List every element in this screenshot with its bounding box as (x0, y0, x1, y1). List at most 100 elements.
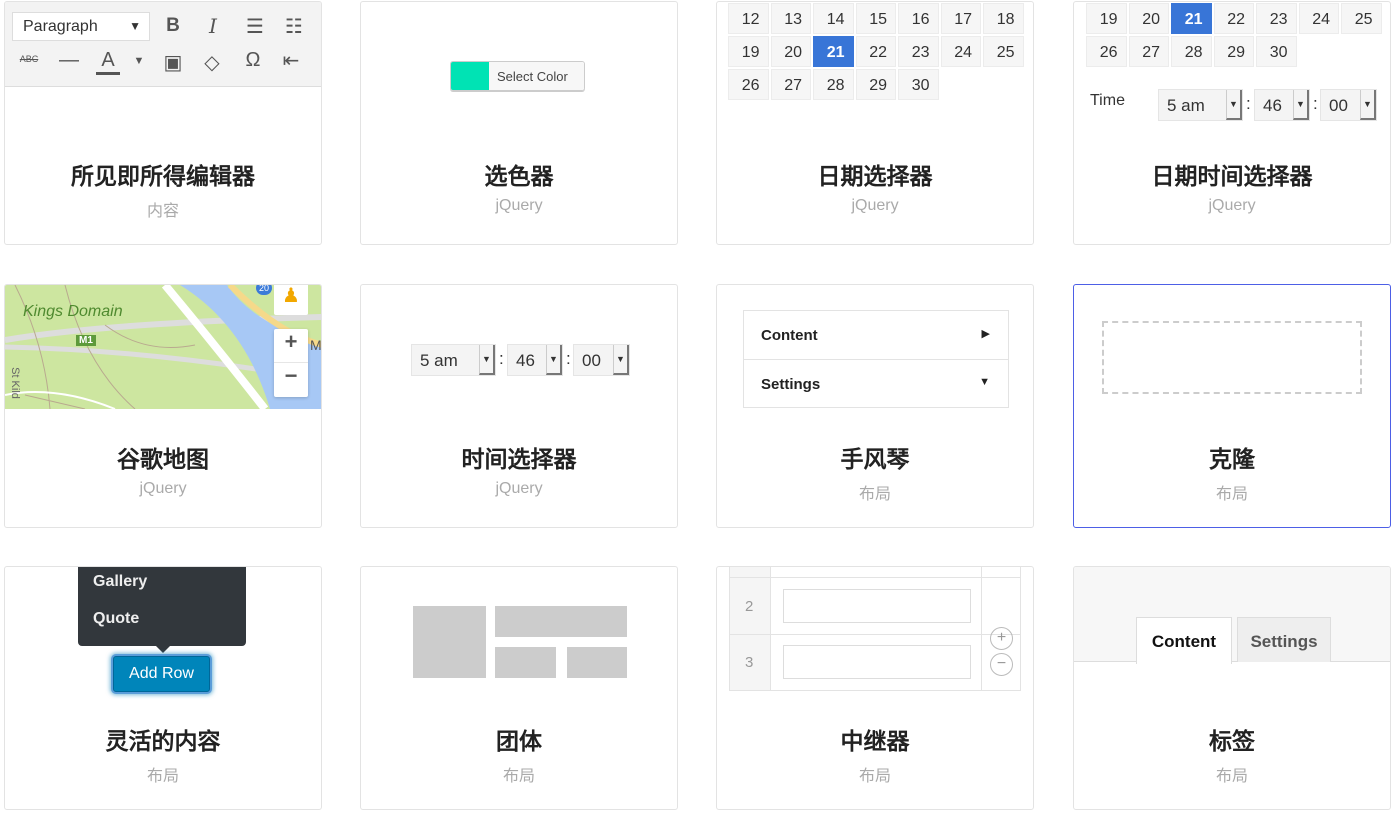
field-type-card-flexible-content[interactable]: Gallery Quote Add Row 灵活的内容 布局 (4, 566, 322, 810)
numbered-list-icon[interactable]: ☷ (281, 14, 307, 39)
zoom-out-button[interactable]: − (274, 363, 308, 397)
hour-select[interactable]: 5 am ▼ (1158, 89, 1243, 121)
text-input[interactable] (783, 589, 971, 623)
row-number: 3 (745, 654, 754, 671)
calendar-day[interactable]: 22 (855, 36, 896, 67)
calendar-day[interactable]: 14 (813, 3, 854, 34)
hour-select[interactable]: 5 am ▼ (411, 344, 496, 376)
minute-select[interactable]: 46 ▼ (1254, 89, 1310, 121)
row-number: 2 (745, 598, 754, 615)
select-color-button[interactable]: Select Color (450, 61, 585, 91)
dropdown-icon[interactable]: ▼ (126, 55, 152, 67)
calendar-day[interactable]: 26 (728, 69, 769, 100)
calendar-day[interactable]: 30 (1256, 36, 1297, 67)
field-type-card-clone[interactable]: 克隆 布局 (1073, 284, 1391, 528)
calendar-day[interactable]: 26 (1086, 36, 1127, 67)
chevron-down-icon: ▼ (1293, 90, 1309, 120)
card-title: 团体 (496, 729, 542, 755)
calendar-day[interactable]: 21 (813, 36, 854, 67)
second-select[interactable]: 00 ▼ (573, 344, 630, 376)
calendar-day[interactable]: 12 (728, 3, 769, 34)
menu-item-gallery[interactable]: Gallery (93, 573, 147, 591)
text-color-icon[interactable]: A (96, 49, 120, 75)
remove-row-icon[interactable]: − (990, 653, 1013, 676)
calendar-day[interactable]: 28 (1171, 36, 1212, 67)
calendar-day[interactable]: 13 (770, 3, 811, 34)
field-type-card-date-time-picker[interactable]: 19 20 21 22 23 24 25 26 27 28 29 30 Time 5 am ▼ : 46… (1073, 1, 1391, 245)
card-category: jQuery (851, 197, 899, 214)
card-category: jQuery (495, 197, 543, 214)
add-row-icon[interactable]: + (990, 627, 1013, 650)
accordion-preview: Content ▶ Settings ▼ (743, 310, 1009, 408)
calendar-day[interactable]: 27 (1128, 36, 1169, 67)
calendar-day[interactable]: 30 (898, 69, 939, 100)
horizontal-rule-icon[interactable]: — (56, 49, 82, 72)
card-title: 时间选择器 (461, 447, 577, 473)
calendar-day[interactable]: 15 (855, 3, 896, 34)
chevron-down-icon: ▼ (129, 19, 141, 33)
field-type-card-time-picker[interactable]: 5 am ▼ : 46 ▼ : 00 ▼ 时间选择器 jQuery (360, 284, 678, 528)
calendar-day[interactable]: 19 (728, 36, 769, 67)
calendar-day[interactable]: 25 (1341, 3, 1382, 34)
map-preview[interactable]: Kings Domain M1 St Kild 20 MI ♟ + − (5, 285, 321, 409)
field-type-card-color-picker[interactable]: Select Color 选色器 jQuery (360, 1, 678, 245)
add-row-button[interactable]: Add Row (113, 656, 210, 692)
card-title: 标签 (1209, 729, 1255, 755)
layout-menu: Gallery Quote (78, 567, 246, 653)
caret-down-icon: ▼ (979, 376, 990, 388)
text-input[interactable] (783, 645, 971, 679)
calendar-day[interactable]: 24 (940, 36, 981, 67)
bold-icon[interactable]: B (160, 15, 186, 37)
card-category: jQuery (1208, 197, 1256, 214)
calendar-day[interactable]: 29 (855, 69, 896, 100)
calendar-day[interactable]: 28 (813, 69, 854, 100)
calendar-day[interactable]: 19 (1086, 3, 1127, 34)
calendar-day[interactable]: 29 (1213, 36, 1254, 67)
strikethrough-icon[interactable]: ABC (16, 54, 42, 64)
card-title: 谷歌地图 (117, 447, 209, 473)
format-select[interactable]: Paragraph ▼ (12, 12, 150, 41)
calendar-day[interactable]: 22 (1213, 3, 1254, 34)
field-type-card-wysiwyg[interactable]: Paragraph ▼ B I ☰ ☷ ABC — A ▼ ▣ ◇ Ω ⇤ 所见即… (4, 1, 322, 245)
tooltip-arrow (156, 646, 170, 653)
color-swatch (451, 62, 489, 90)
tab-settings[interactable]: Settings (1237, 617, 1331, 662)
card-category: 布局 (146, 768, 179, 785)
tab-content[interactable]: Content (1136, 617, 1232, 664)
calendar-day[interactable]: 17 (940, 3, 981, 34)
eraser-icon[interactable]: ◇ (199, 50, 225, 75)
group-block (495, 606, 627, 637)
calendar-day[interactable]: 20 (1128, 3, 1169, 34)
group-block (413, 606, 486, 678)
card-category: 布局 (858, 768, 891, 785)
paste-text-icon[interactable]: ▣ (160, 50, 186, 75)
field-type-card-tab[interactable]: Content Settings 标签 布局 (1073, 566, 1391, 810)
calendar-day[interactable]: 25 (983, 36, 1024, 67)
field-type-card-repeater[interactable]: 2 3 + − 中继器 布局 (716, 566, 1034, 810)
calendar-day[interactable]: 18 (983, 3, 1024, 34)
field-type-card-accordion[interactable]: Content ▶ Settings ▼ 手风琴 布局 (716, 284, 1034, 528)
calendar-day[interactable]: 24 (1298, 3, 1339, 34)
accordion-item-content[interactable]: Content ▶ (744, 311, 1008, 360)
bullet-list-icon[interactable]: ☰ (242, 14, 268, 39)
calendar-day[interactable]: 20 (770, 36, 811, 67)
field-type-card-google-map[interactable]: Kings Domain M1 St Kild 20 MI ♟ + − 谷歌地图… (4, 284, 322, 528)
italic-icon[interactable]: I (200, 14, 226, 38)
calendar-day[interactable]: 16 (898, 3, 939, 34)
card-category: 布局 (1215, 486, 1248, 503)
menu-item-quote[interactable]: Quote (93, 610, 139, 628)
outdent-icon[interactable]: ⇤ (278, 48, 304, 73)
calendar-day[interactable]: 27 (770, 69, 811, 100)
calendar-day[interactable]: 23 (1256, 3, 1297, 34)
zoom-in-button[interactable]: + (274, 329, 308, 363)
card-category: 内容 (146, 203, 179, 220)
omega-icon[interactable]: Ω (240, 49, 266, 72)
field-type-card-date-picker[interactable]: 12 13 14 15 16 17 18 19 20 21 22 23 24 25 26 27 28 29 30 日… (716, 1, 1034, 245)
calendar-day[interactable]: 21 (1171, 3, 1212, 34)
calendar-day[interactable]: 23 (898, 36, 939, 67)
accordion-item-settings[interactable]: Settings ▼ (744, 360, 1008, 409)
second-select[interactable]: 00 ▼ (1320, 89, 1377, 121)
minute-select[interactable]: 46 ▼ (507, 344, 563, 376)
field-type-card-group[interactable]: 团体 布局 (360, 566, 678, 810)
street-view-pegman-icon[interactable]: ♟ (274, 285, 308, 315)
